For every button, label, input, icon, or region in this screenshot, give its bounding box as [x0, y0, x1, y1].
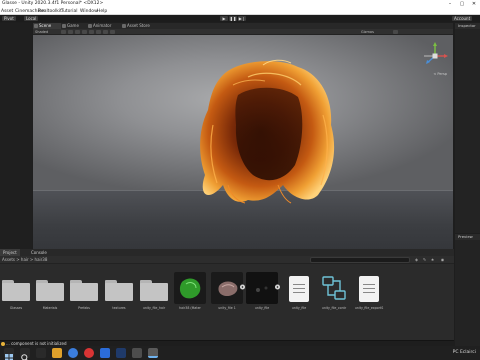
- mesh-icon: [211, 272, 243, 304]
- menu-asset[interactable]: Asset: [1, 8, 13, 15]
- app-icon[interactable]: [132, 348, 142, 358]
- main-toolbar: Pivot Local ▶ ❚❚ ▶❘ Account: [0, 15, 480, 22]
- system-tray[interactable]: PC Eclairci: [453, 346, 476, 360]
- document-icon: [283, 272, 315, 304]
- 2d-toggle[interactable]: [61, 30, 66, 34]
- project-search-input[interactable]: [310, 257, 410, 263]
- maximize-button[interactable]: ▢: [456, 0, 468, 8]
- folder-icon: [0, 272, 32, 304]
- file-explorer-icon[interactable]: [52, 348, 62, 358]
- effects-toggle[interactable]: [82, 30, 87, 34]
- window-title: Glasse - Unity 2020.3.4f1 Personal* <DX1…: [2, 1, 104, 6]
- project-tab-bar: Project Console: [0, 249, 454, 256]
- hidden-toggle[interactable]: [89, 30, 94, 34]
- project-toolbar: Assets > hair > hair38 ◈ ✎ ★ ◉: [0, 256, 454, 264]
- expand-arrow-icon[interactable]: [275, 278, 280, 296]
- folder-icon: [138, 272, 170, 304]
- scene-viewport[interactable]: < Persp: [33, 35, 453, 249]
- tools-toggle[interactable]: [103, 30, 108, 34]
- search-scene-field[interactable]: [393, 30, 398, 34]
- tab-console[interactable]: Console: [28, 249, 50, 256]
- menu-window[interactable]: Window: [80, 8, 98, 15]
- asset-store-icon: [122, 24, 126, 28]
- search-icon[interactable]: [20, 348, 30, 360]
- document-icon: [353, 272, 385, 304]
- star-icon[interactable]: ★: [430, 257, 435, 263]
- tab-project[interactable]: Project: [0, 249, 20, 256]
- opera-icon[interactable]: [84, 348, 94, 358]
- step-button[interactable]: ▶❘: [238, 16, 246, 21]
- folder-icon: [103, 272, 135, 304]
- close-button[interactable]: ✕: [468, 0, 480, 8]
- minimize-button[interactable]: –: [444, 0, 456, 8]
- controller-icon: [318, 272, 350, 304]
- menu-bar: Asset Cinemachine Realtoolkit Tutorial W…: [0, 8, 480, 15]
- persp-label[interactable]: < Persp: [433, 72, 447, 76]
- hair-model[interactable]: [33, 35, 453, 249]
- expand-arrow-icon[interactable]: [240, 278, 245, 296]
- hierarchy-panel: [0, 23, 32, 249]
- window-titlebar: Glasse - Unity 2020.3.4f1 Personal* <DX1…: [0, 0, 480, 8]
- start-icon[interactable]: [4, 348, 14, 360]
- orientation-gizmo[interactable]: [421, 41, 449, 71]
- account-dropdown[interactable]: Account: [452, 16, 473, 21]
- chrome-icon[interactable]: [68, 348, 78, 358]
- mesh-icon: [246, 272, 278, 304]
- label-icon[interactable]: ✎: [422, 257, 427, 263]
- material-icon: [174, 272, 206, 304]
- menu-help[interactable]: Help: [97, 8, 107, 15]
- unity-icon[interactable]: [148, 348, 158, 358]
- os-taskbar: PC Eclairci: [0, 346, 480, 360]
- task-view-icon[interactable]: [36, 348, 46, 358]
- breadcrumb[interactable]: Assets > hair > hair38: [2, 256, 47, 264]
- inspector-panel: Inspector: [455, 23, 480, 233]
- pivot-toggle[interactable]: Pivot: [2, 16, 16, 21]
- menu-realtoolkit[interactable]: Realtoolkit: [38, 8, 62, 15]
- inspector-header[interactable]: Inspector: [455, 23, 480, 29]
- project-assets-grid: Glasses Materials Prefabs textures unity…: [0, 264, 454, 340]
- eye-icon[interactable]: ◉: [440, 257, 445, 263]
- scene-icon: [34, 24, 38, 28]
- filter-icon[interactable]: ◈: [414, 257, 419, 263]
- local-toggle[interactable]: Local: [24, 16, 39, 21]
- preview-panel: Preview: [455, 234, 480, 346]
- game-icon: [62, 24, 66, 28]
- audio-toggle[interactable]: [75, 30, 80, 34]
- mail-icon[interactable]: [116, 348, 126, 358]
- grid-toggle[interactable]: [110, 30, 115, 34]
- animator-icon: [88, 24, 92, 28]
- menu-tutorial[interactable]: Tutorial: [61, 8, 78, 15]
- camera-toggle[interactable]: [96, 30, 101, 34]
- preview-header[interactable]: Preview: [455, 234, 480, 240]
- folder-icon: [68, 272, 100, 304]
- lighting-toggle[interactable]: [68, 30, 73, 34]
- word-icon[interactable]: [100, 348, 110, 358]
- play-button[interactable]: ▶: [220, 16, 228, 21]
- pause-button[interactable]: ❚❚: [229, 16, 237, 21]
- folder-icon: [34, 272, 66, 304]
